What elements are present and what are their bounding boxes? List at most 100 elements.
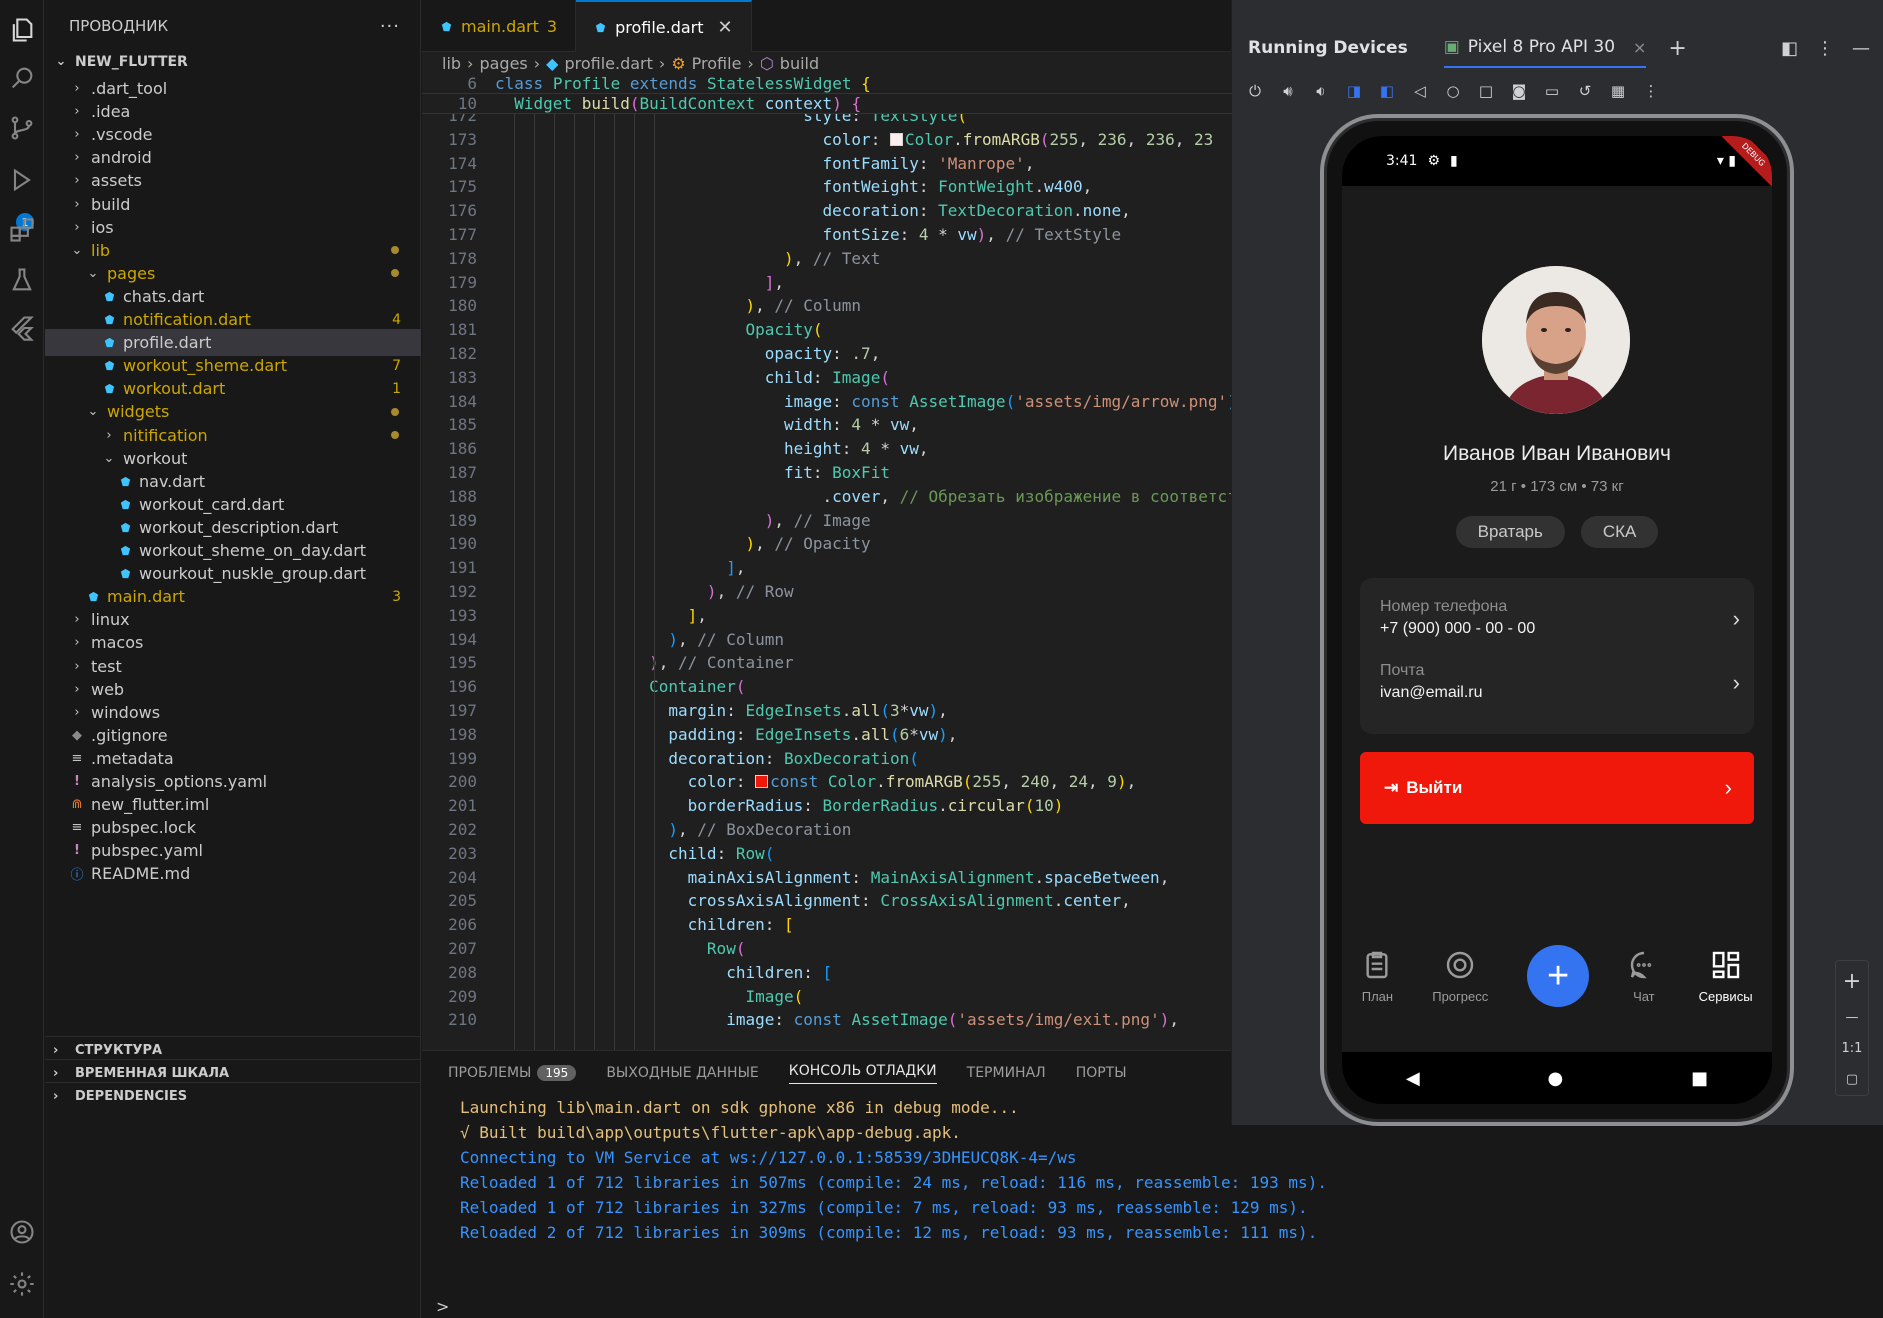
code-line[interactable]: 178 ), // Text — [422, 247, 1232, 271]
code-line[interactable]: 183 child: Image( — [422, 366, 1232, 390]
code-line[interactable]: 188 .cover, // Обрезать изображение в со… — [422, 485, 1232, 509]
more-icon[interactable]: ⋮ — [1816, 38, 1834, 59]
breadcrumb-item[interactable]: pages — [479, 54, 527, 73]
panel-tab[interactable]: ПОРТЫ — [1076, 1065, 1127, 1081]
tree-file[interactable]: ⓘ README.md — [45, 860, 421, 887]
panel-tab[interactable]: ВЫХОДНЫЕ ДАННЫЕ — [606, 1065, 758, 1081]
console-prompt[interactable]: > — [436, 1297, 449, 1316]
code-line[interactable]: 177 fontSize: 4 * vw), // TextStyle — [422, 223, 1232, 247]
code-line[interactable]: 200 color: const Color.fromARGB(255, 240… — [422, 770, 1232, 794]
close-icon[interactable]: × — [1633, 38, 1646, 57]
code-line[interactable]: 193 ], — [422, 604, 1232, 628]
nav-progress[interactable]: Прогресс — [1432, 949, 1488, 1004]
code-line[interactable]: 208 children: [ — [422, 961, 1232, 985]
rotate-left-icon[interactable]: ◨ — [1343, 80, 1365, 102]
code-line[interactable]: 201 borderRadius: BorderRadius.circular(… — [422, 794, 1232, 818]
overview-icon[interactable]: ■ — [1691, 1068, 1708, 1089]
zoom-out-button[interactable]: — — [1846, 1010, 1859, 1025]
device-frame-icon[interactable]: ▦ — [1607, 80, 1629, 102]
panel-tab[interactable]: ПРОБЛЕМЫ 195 — [448, 1065, 577, 1081]
power-icon[interactable]: ⏻ — [1244, 80, 1266, 102]
sidebar-section[interactable]: › DEPENDENCIES — [45, 1082, 421, 1109]
explorer-icon[interactable] — [0, 8, 44, 52]
fit-screen-icon[interactable]: ▢ — [1846, 1072, 1858, 1087]
phone-row[interactable]: Номер телефона +7 (900) 000 - 00 - 00 › — [1380, 598, 1740, 638]
code-line[interactable]: 176 decoration: TextDecoration.none, — [422, 199, 1232, 223]
breadcrumb-item[interactable]: lib — [442, 54, 461, 73]
overview-icon[interactable]: □ — [1475, 80, 1497, 102]
home-icon[interactable]: ○ — [1442, 80, 1464, 102]
panel-tab[interactable]: КОНСОЛЬ ОТЛАДКИ — [788, 1063, 937, 1084]
code-line[interactable]: 210 image: const AssetImage('assets/img/… — [422, 1008, 1232, 1032]
code-line[interactable]: 199 decoration: BoxDecoration( — [422, 747, 1232, 771]
code-line[interactable]: 173 color: Color.fromARGB(255, 236, 236,… — [422, 128, 1232, 152]
tab-main-dart[interactable]: main.dart 3 — [422, 0, 577, 52]
code-line[interactable]: 205 crossAxisAlignment: CrossAxisAlignme… — [422, 889, 1232, 913]
code-line[interactable]: 202 ), // BoxDecoration — [422, 818, 1232, 842]
account-icon[interactable] — [0, 1210, 44, 1254]
code-line[interactable]: 175 fontWeight: FontWeight.w400, — [422, 175, 1232, 199]
minimize-icon[interactable]: — — [1852, 38, 1870, 59]
code-line[interactable]: 203 child: Row( — [422, 842, 1232, 866]
sticky-scroll-line[interactable]: 10 Widget build(BuildContext context) { — [422, 94, 1232, 114]
code-line[interactable]: 174 fontFamily: 'Manrope', — [422, 152, 1232, 176]
code-line[interactable]: 209 Image( — [422, 985, 1232, 1009]
code-line[interactable]: 206 children: [ — [422, 913, 1232, 937]
back-icon[interactable]: ◀ — [1406, 1068, 1420, 1089]
source-control-icon[interactable] — [0, 106, 44, 150]
email-row[interactable]: Почта ivan@email.ru › — [1380, 662, 1740, 702]
add-fab-button[interactable]: + — [1527, 945, 1590, 1007]
code-line[interactable]: 192 ), // Row — [422, 580, 1232, 604]
volume-down-icon[interactable]: 🔉︎ — [1310, 80, 1332, 102]
nav-services[interactable]: Сервисы — [1699, 949, 1753, 1004]
code-line[interactable]: 190 ), // Opacity — [422, 532, 1232, 556]
code-line[interactable]: 182 opacity: .7, — [422, 342, 1232, 366]
back-icon[interactable]: ◁ — [1409, 80, 1431, 102]
layout-icon[interactable]: ◧ — [1781, 38, 1798, 59]
reset-icon[interactable]: ↺ — [1574, 80, 1596, 102]
zoom-actual-button[interactable]: 1:1 — [1842, 1041, 1863, 1056]
close-icon[interactable]: ✕ — [718, 17, 733, 38]
run-debug-icon[interactable] — [0, 158, 44, 202]
screen-record-icon[interactable]: ▭ — [1541, 80, 1563, 102]
more-actions-icon[interactable]: ··· — [380, 16, 400, 37]
code-line[interactable]: 207 Row( — [422, 937, 1232, 961]
code-line[interactable]: 196 Container( — [422, 675, 1232, 699]
code-line[interactable]: 184 image: const AssetImage('assets/img/… — [422, 390, 1232, 414]
code-line[interactable]: 179 ], — [422, 271, 1232, 295]
extensions-icon[interactable] — [0, 208, 44, 252]
volume-up-icon[interactable]: 🔊︎ — [1277, 80, 1299, 102]
rotate-right-icon[interactable]: ◧ — [1376, 80, 1398, 102]
breadcrumb-item[interactable]: build — [780, 54, 819, 73]
code-line[interactable]: 198 padding: EdgeInsets.all(6*vw), — [422, 723, 1232, 747]
code-line[interactable]: 189 ), // Image — [422, 509, 1232, 533]
device-tab[interactable]: ▣ Pixel 8 Pro API 30 × — [1443, 28, 1647, 68]
panel-tab[interactable]: ТЕРМИНАЛ — [967, 1065, 1046, 1081]
code-editor[interactable]: 6 class Profile extends StatelessWidget {… — [422, 74, 1232, 1050]
code-line[interactable]: 186 height: 4 * vw, — [422, 437, 1232, 461]
screenshot-icon[interactable]: ◙ — [1508, 80, 1530, 102]
code-line[interactable]: 197 margin: EdgeInsets.all(3*vw), — [422, 699, 1232, 723]
add-device-button[interactable]: + — [1668, 36, 1686, 61]
code-line[interactable]: 180 ), // Column — [422, 294, 1232, 318]
search-icon[interactable] — [0, 56, 44, 100]
testing-icon[interactable] — [0, 258, 44, 302]
phone-screen[interactable]: 3:41 ⚙ ▮ ▾ ▮ DEBUG Иванов Иван Иванович … — [1342, 136, 1772, 1104]
code-line[interactable]: 185 width: 4 * vw, — [422, 413, 1232, 437]
code-line[interactable]: 187 fit: BoxFit — [422, 461, 1232, 485]
code-line[interactable]: 195 ), // Container — [422, 651, 1232, 675]
logout-button[interactable]: ⇥ Выйти › — [1360, 752, 1754, 824]
code-line[interactable]: 204 mainAxisAlignment: MainAxisAlignment… — [422, 866, 1232, 890]
tab-profile-dart[interactable]: profile.dart ✕ — [576, 0, 752, 52]
zoom-in-button[interactable]: + — [1843, 969, 1861, 994]
code-line[interactable]: 191 ], — [422, 556, 1232, 580]
nav-plan[interactable]: План — [1361, 949, 1393, 1004]
breadcrumb-item[interactable]: Profile — [692, 54, 742, 73]
code-line[interactable]: 181 Opacity( — [422, 318, 1232, 342]
nav-chat[interactable]: Чат — [1628, 949, 1660, 1004]
gear-icon[interactable] — [0, 1262, 44, 1306]
project-root[interactable]: ⌄ NEW_FLUTTER — [45, 48, 421, 75]
sticky-scroll-line[interactable]: 6 class Profile extends StatelessWidget { — [422, 74, 1232, 94]
home-icon[interactable]: ● — [1548, 1068, 1564, 1089]
breadcrumb-item[interactable]: profile.dart — [564, 54, 652, 73]
